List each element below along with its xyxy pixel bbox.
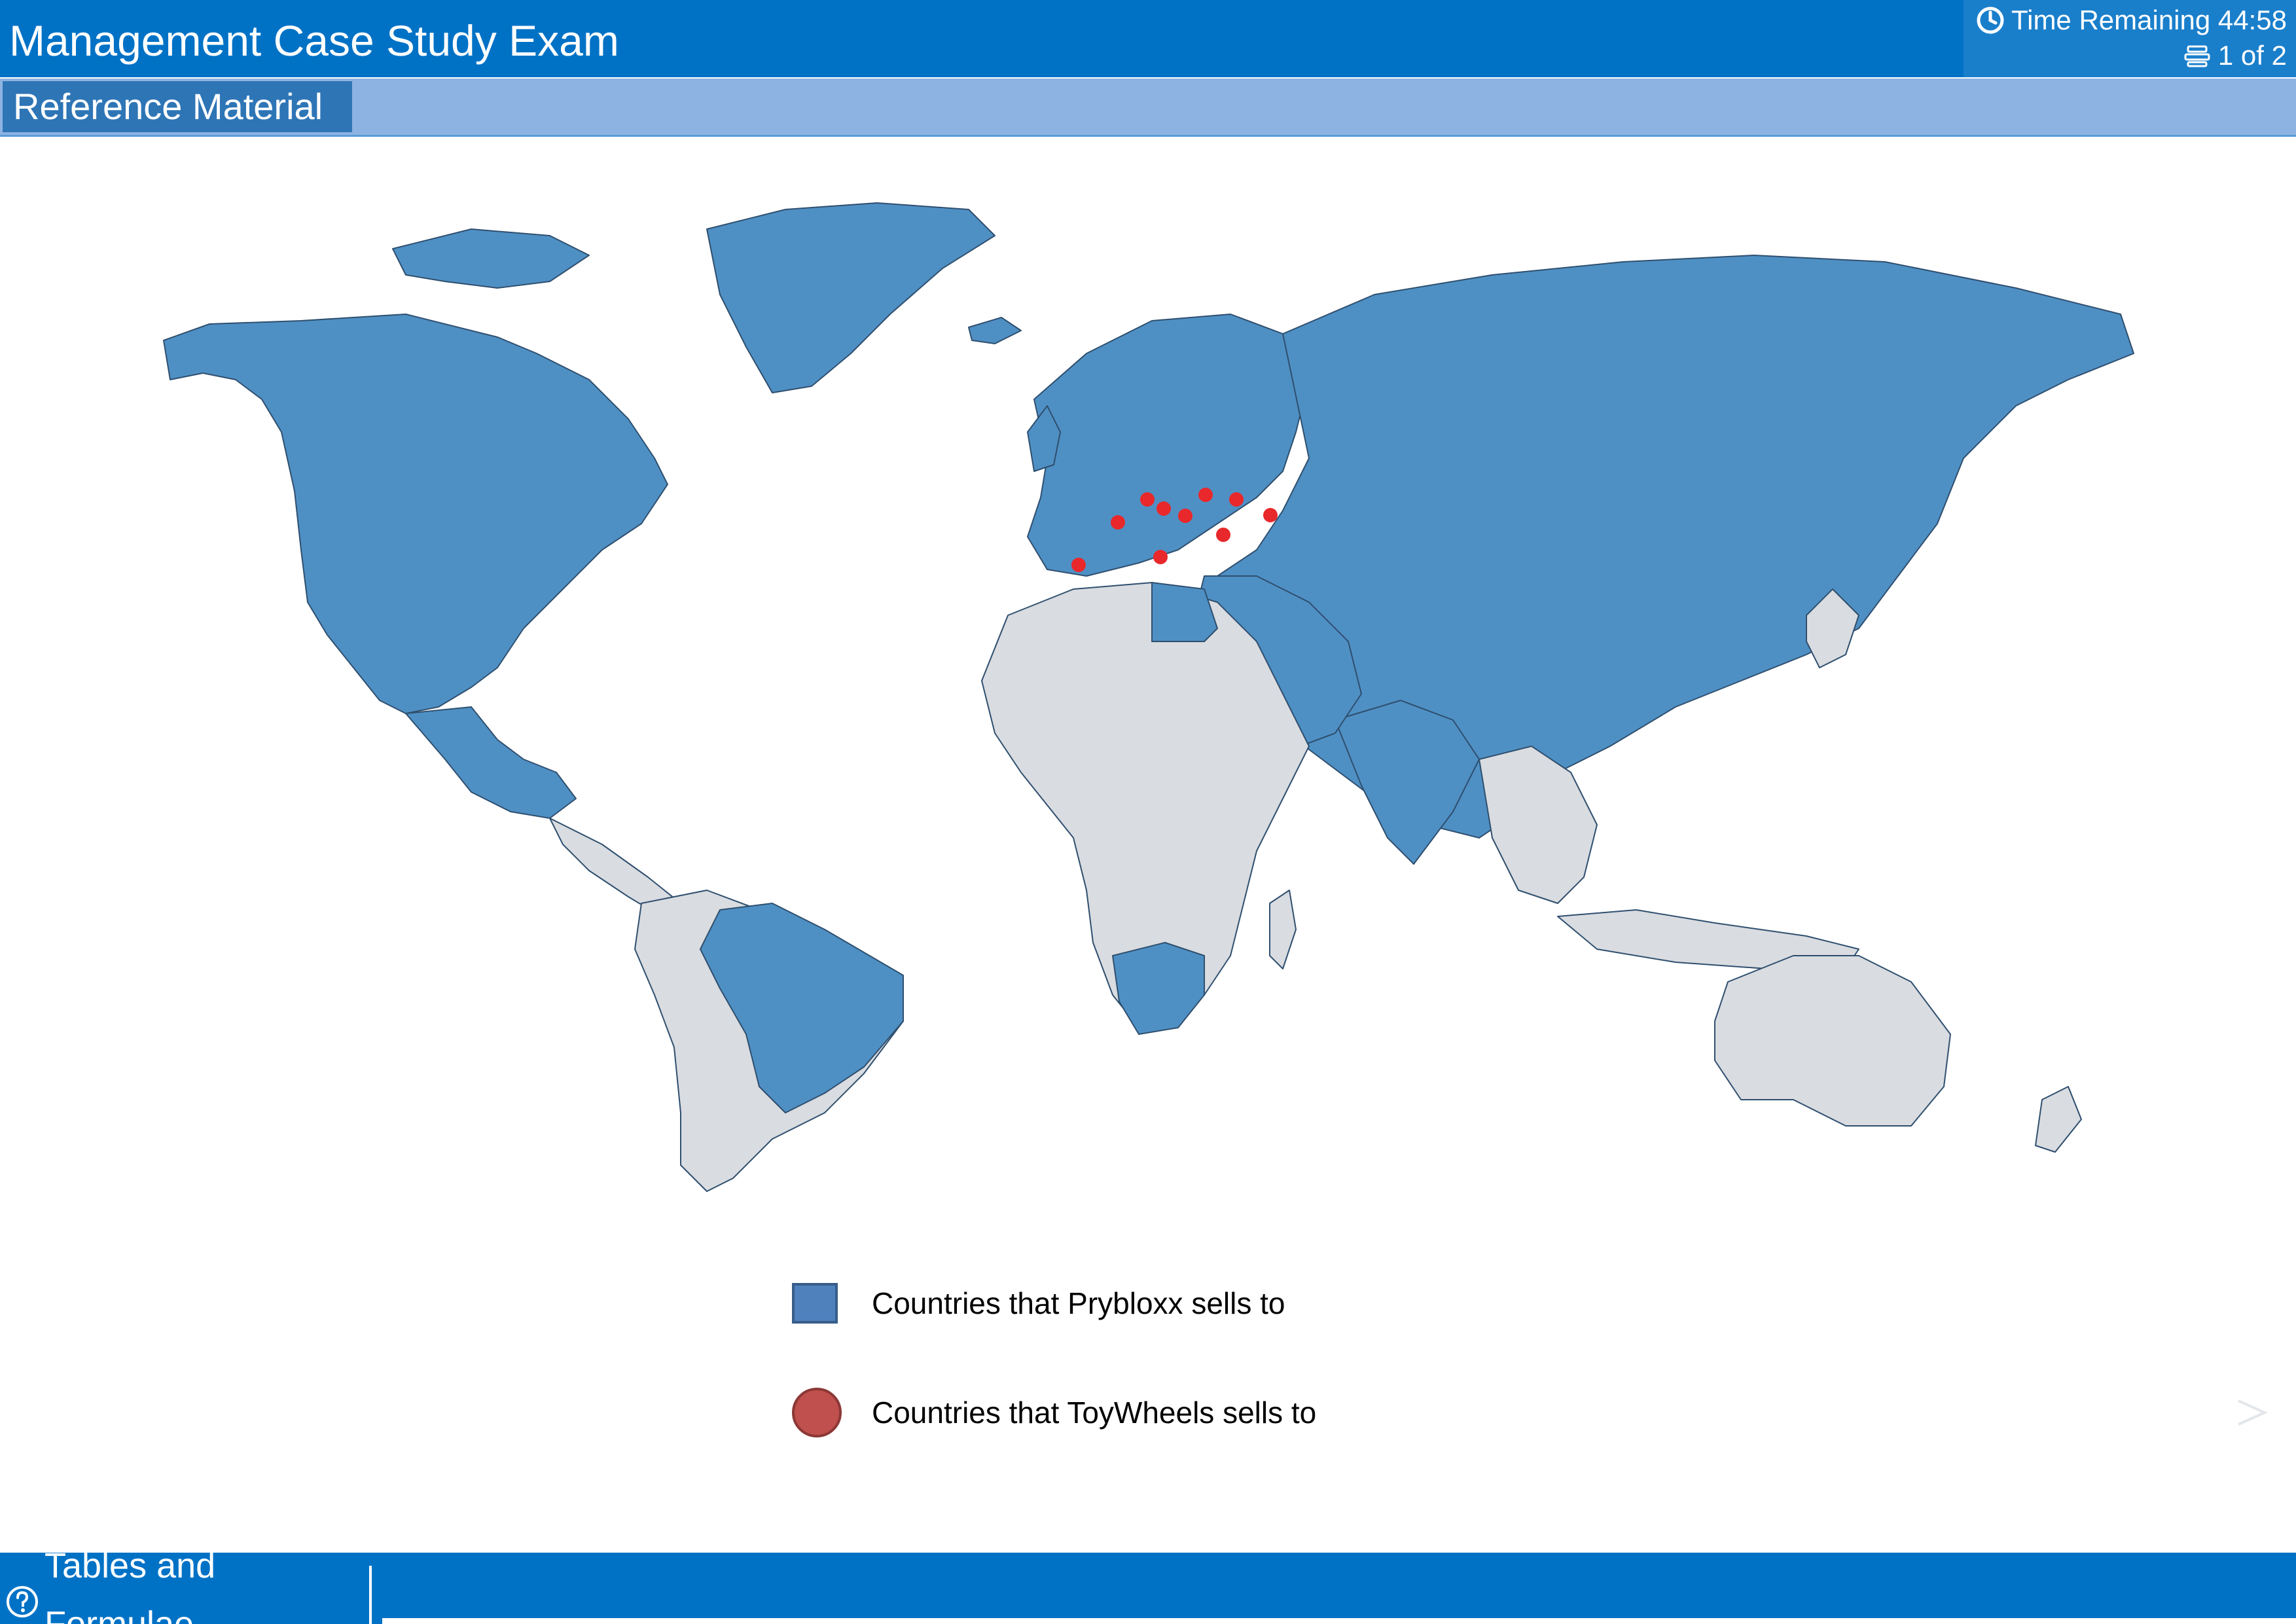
region-greenland xyxy=(706,202,996,393)
legend-item-toywheels: Countries that ToyWheels sells to xyxy=(792,1388,1316,1437)
status-panel: Time Remaining 44:58 1 of 2 xyxy=(1964,0,2296,77)
legend-swatch-toywheels xyxy=(792,1388,842,1437)
header-bar: Management Case Study Exam Time Remainin… xyxy=(0,0,2296,77)
time-remaining: Time Remaining 44:58 xyxy=(1976,3,2287,38)
region-southeast-asia xyxy=(1479,746,1598,904)
page-title: Management Case Study Exam xyxy=(9,16,619,65)
help-icon xyxy=(5,1578,39,1617)
map-legend: Countries that Prybloxx sells to Countri… xyxy=(792,1283,1512,1453)
pages-icon xyxy=(2183,41,2212,70)
legend-swatch-prybloxx xyxy=(792,1283,838,1324)
tables-and-formulae-button[interactable]: Tables and Formulae xyxy=(0,1546,372,1624)
tab-reference-material[interactable]: Reference Material xyxy=(3,81,352,132)
toywheels-marker xyxy=(1071,558,1086,572)
legend-label-prybloxx: Countries that Prybloxx sells to xyxy=(872,1286,1285,1320)
footer-bar: Tables and Formulae xyxy=(0,1546,2296,1624)
region-arctic-islands xyxy=(392,228,590,289)
region-australia xyxy=(1714,955,1951,1127)
toywheels-marker xyxy=(1140,492,1155,507)
region-new-zealand xyxy=(2035,1086,2082,1153)
legend-label-toywheels: Countries that ToyWheels sells to xyxy=(872,1396,1317,1430)
world-map-graphic xyxy=(163,202,2134,1192)
tables-and-formulae-label: Tables and Formulae xyxy=(45,1545,216,1624)
toywheels-marker xyxy=(1229,492,1244,507)
toywheels-marker xyxy=(1198,488,1213,502)
region-mexico xyxy=(405,706,577,819)
exam-window: Management Case Study Exam Time Remainin… xyxy=(0,0,2296,1624)
region-madagascar xyxy=(1269,890,1297,969)
toywheels-marker xyxy=(1178,509,1193,523)
toywheels-marker xyxy=(1157,501,1171,516)
page-indicator-label: 1 of 2 xyxy=(2217,40,2287,71)
toywheels-marker xyxy=(1111,515,1125,530)
section-bar: Reference Material xyxy=(0,79,2296,137)
toywheels-marker xyxy=(1216,528,1230,542)
toywheels-marker xyxy=(1263,508,1278,522)
time-remaining-label: Time Remaining 44:58 xyxy=(2011,5,2287,35)
region-north-america xyxy=(163,314,668,714)
region-south-africa xyxy=(1112,942,1205,1035)
region-russia-asia xyxy=(1191,255,2134,839)
region-iceland xyxy=(968,317,1022,344)
clock-icon xyxy=(1976,6,2005,35)
world-map xyxy=(131,183,2173,1204)
footer-divider xyxy=(382,1618,2296,1624)
page-indicator: 1 of 2 xyxy=(2183,38,2287,73)
legend-item-prybloxx: Countries that Prybloxx sells to xyxy=(792,1283,1285,1324)
next-page-arrow-icon[interactable] xyxy=(2232,1393,2271,1432)
toywheels-marker xyxy=(1153,550,1168,564)
